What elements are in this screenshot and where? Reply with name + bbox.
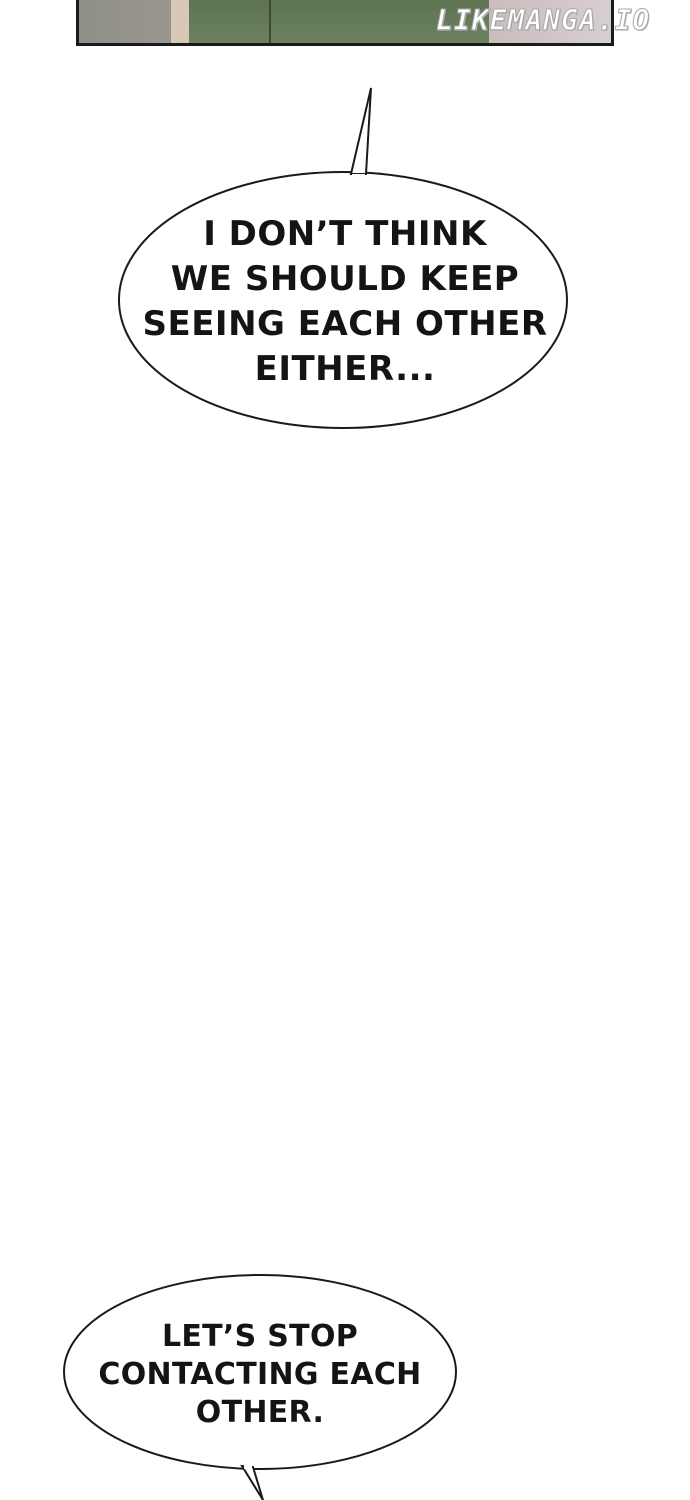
speech-bubble-1-text: I DON’T THINK WE SHOULD KEEP SEEING EACH… [142,214,548,389]
speech-bubble-1-tail [349,87,372,175]
speech-bubble-2-tail [240,1464,264,1500]
speech-bubble-2-text: LET’S STOP CONTACTING EACH OTHER. [98,1319,422,1430]
